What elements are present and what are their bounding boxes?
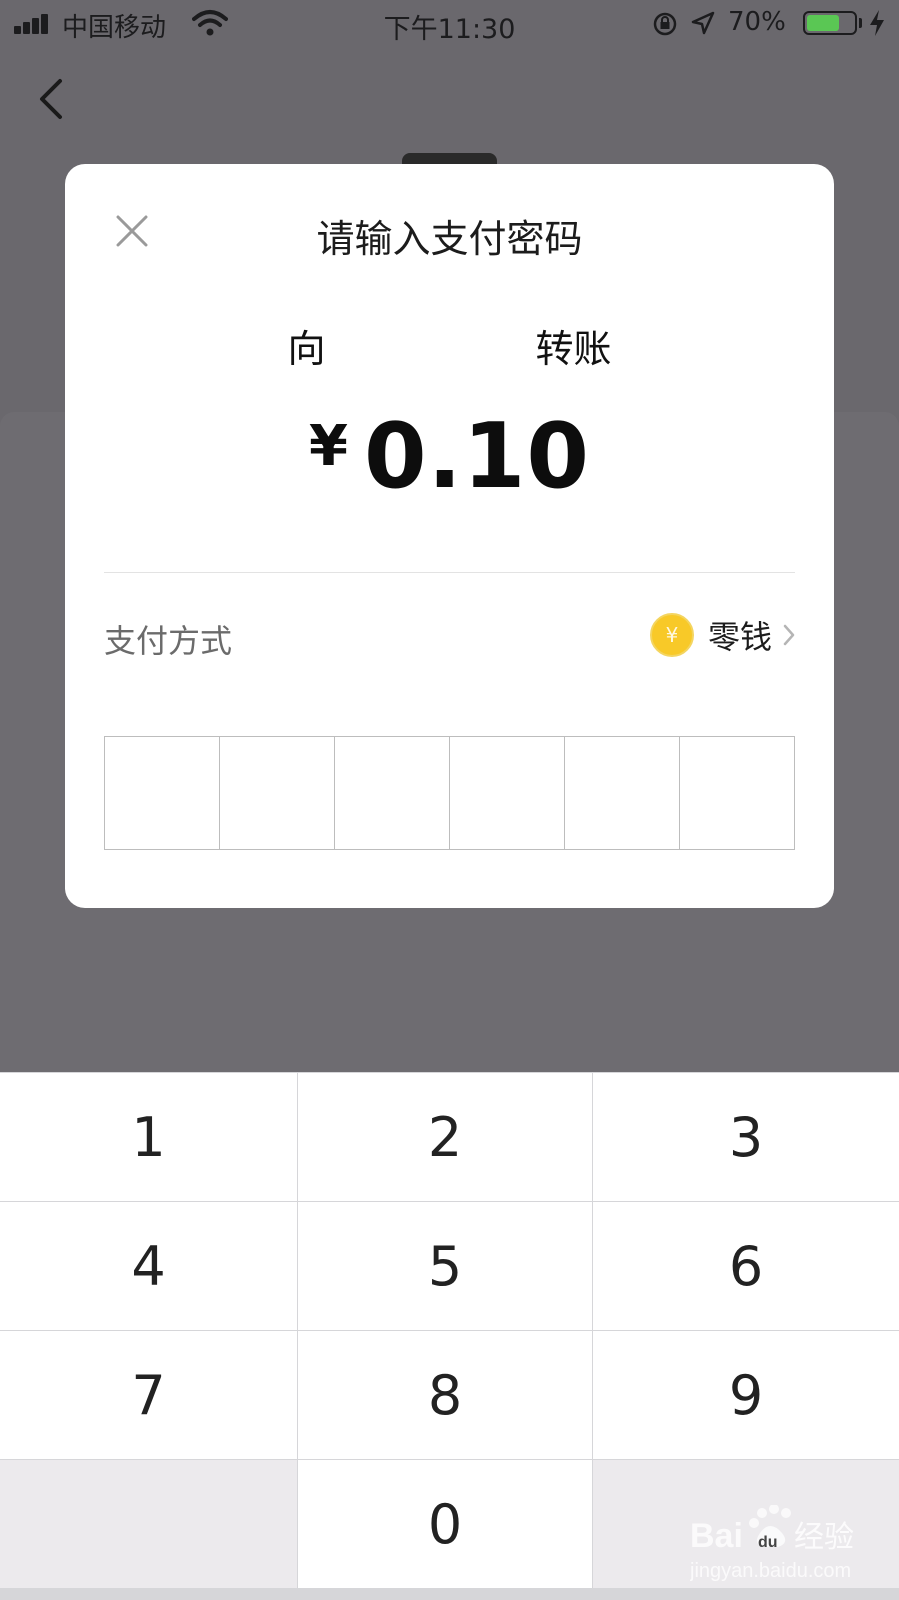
payee-prefix: 向 — [287, 327, 326, 371]
keypad-key-9[interactable]: 9 — [593, 1331, 899, 1459]
svg-text:du: du — [758, 1534, 778, 1551]
pin-digit-box[interactable] — [565, 737, 680, 849]
pin-digit-box[interactable] — [220, 737, 335, 849]
password-input[interactable] — [104, 736, 795, 850]
coin-icon: ¥ — [649, 613, 694, 657]
payee-suffix: 转账 — [535, 327, 612, 371]
pay-method-label: 支付方式 — [104, 622, 233, 660]
currency-symbol: ¥ — [308, 414, 348, 479]
chevron-left-icon[interactable] — [36, 78, 66, 120]
keypad-key-0[interactable]: 0 — [298, 1460, 592, 1588]
pin-digit-box[interactable] — [105, 737, 220, 849]
svg-text:jingyan.baidu.com: jingyan.baidu.com — [690, 1560, 851, 1582]
pin-digit-box[interactable] — [450, 737, 565, 849]
keypad-key-1[interactable]: 1 — [0, 1073, 297, 1201]
battery-fill — [807, 15, 840, 31]
payee-name-redacted — [326, 333, 536, 371]
battery-icon — [803, 11, 857, 35]
keypad-key-2[interactable]: 2 — [298, 1073, 592, 1201]
svg-text:Bai: Bai — [690, 1517, 743, 1555]
keypad-key-3[interactable]: 3 — [593, 1073, 899, 1201]
keypad-key-7[interactable]: 7 — [0, 1331, 297, 1459]
svg-text:经验: 经验 — [794, 1520, 854, 1555]
divider — [104, 572, 795, 573]
battery-percent: 70% — [728, 7, 786, 37]
amount-row: ¥0.10 — [65, 404, 834, 509]
chevron-right-icon — [783, 624, 795, 646]
dialog-title: 请输入支付密码 — [316, 217, 583, 261]
keypad-key-8[interactable]: 8 — [298, 1331, 592, 1459]
keypad-key-6[interactable]: 6 — [593, 1202, 899, 1330]
keypad-key-4[interactable]: 4 — [0, 1202, 297, 1330]
pay-method-value: 零钱 — [707, 618, 772, 656]
coin-symbol: ¥ — [665, 623, 679, 647]
battery-cap — [859, 18, 862, 28]
pay-method-selector[interactable]: ¥ 零钱 — [649, 610, 796, 660]
location-icon — [691, 11, 715, 35]
status-bar: 中国移动 下午11:30 70% — [0, 0, 899, 46]
rotation-lock-icon — [653, 12, 677, 36]
keypad-blank-key — [0, 1460, 297, 1588]
baidu-jingyan-watermark: Bai du 经验 jingyan.baidu.com — [690, 1505, 854, 1582]
pin-digit-box[interactable] — [680, 737, 794, 849]
pin-digit-box[interactable] — [335, 737, 450, 849]
charging-bolt-icon — [870, 10, 884, 36]
transfer-amount: 0.10 — [363, 404, 591, 509]
payee-line: 向 转账 — [65, 318, 834, 373]
keypad-key-5[interactable]: 5 — [298, 1202, 592, 1330]
payment-password-dialog: 请输入支付密码 向 转账 ¥0.10 支付方式 ¥ 零钱 — [65, 164, 834, 908]
